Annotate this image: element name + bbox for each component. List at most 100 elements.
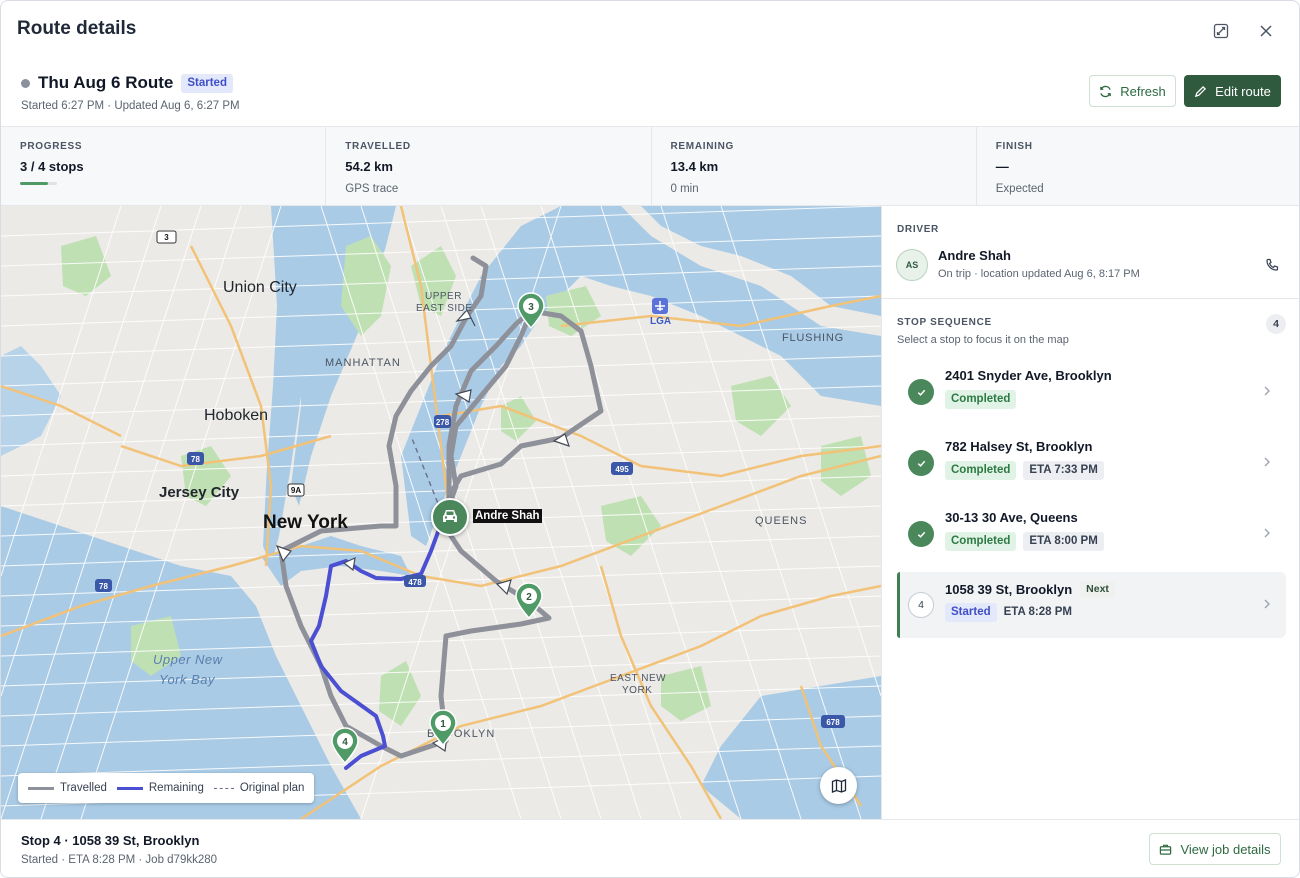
stat-progress-label: PROGRESS xyxy=(20,141,83,152)
chevron-right-icon xyxy=(1264,599,1270,609)
stop-address-row: 1058 39 St, Brooklyn Next xyxy=(945,581,1115,598)
stat-travelled: TRAVELLED 54.2 km GPS trace xyxy=(326,127,652,205)
stop-eta-badge: ETA 7:33 PM xyxy=(1023,461,1104,480)
stat-finish-label: FINISH xyxy=(995,141,1033,152)
stop-item-2[interactable]: 782 Halsey St, Brooklyn Completed ETA 7:… xyxy=(897,430,1286,496)
stat-remaining-label: REMAINING xyxy=(670,141,735,152)
view-job-details-button[interactable]: View job details xyxy=(1149,833,1281,865)
driver-avatar: AS xyxy=(896,249,928,281)
legend-original-swatch xyxy=(213,787,234,789)
stop-item-1[interactable]: 2401 Snyder Ave, Brooklyn Completed xyxy=(897,359,1286,425)
view-job-details-label: View job details xyxy=(1180,841,1271,857)
stop-sequence-label: STOP SEQUENCE xyxy=(897,317,992,328)
stop-badges: Completed ETA 7:33 PM xyxy=(945,461,1111,480)
stop-status-badge: Completed xyxy=(945,390,1017,409)
map-style-button[interactable] xyxy=(820,767,857,804)
label-manhattan: MANHATTAN xyxy=(325,357,401,369)
stop-address: 782 Halsey St, Brooklyn xyxy=(945,439,1093,454)
stop-pin-3[interactable]: 3 xyxy=(517,292,545,330)
stop-item-4[interactable]: 4 1058 39 St, Brooklyn Next Started ETA … xyxy=(897,572,1286,638)
stop-badges: Completed xyxy=(945,390,1023,409)
driver-status: On trip · location updated Aug 6, 8:17 P… xyxy=(938,268,1140,280)
stop-number-mark: 4 xyxy=(908,592,934,618)
stop-pin-1-label: 1 xyxy=(440,719,446,730)
stop-address: 1058 39 St, Brooklyn xyxy=(945,582,1073,597)
legend-remaining: Remaining xyxy=(116,782,204,794)
footer-subtitle: Started · ETA 8:28 PM · Job d79kk280 xyxy=(21,854,218,866)
stat-travelled-sub: GPS trace xyxy=(345,183,399,195)
call-driver-button[interactable] xyxy=(1258,251,1286,279)
stop-pin-3-label: 3 xyxy=(528,302,534,313)
stat-progress-value: 3 / 4 stops xyxy=(20,159,84,174)
chevron-right-icon xyxy=(1264,528,1270,538)
stop-next-badge: Next xyxy=(1080,581,1115,598)
refresh-icon xyxy=(1100,85,1112,97)
stop-badges: Completed ETA 8:00 PM xyxy=(945,532,1111,551)
expand-icon xyxy=(1213,23,1229,39)
driver-map-label: Andre Shah xyxy=(473,509,542,523)
stop-completed-mark xyxy=(908,521,934,547)
stop-completed-mark xyxy=(908,450,934,476)
stat-travelled-label: TRAVELLED xyxy=(345,141,411,152)
footer-title: Stop 4 · 1058 39 St, Brooklyn xyxy=(21,833,200,848)
modal-title: Route details xyxy=(17,18,137,39)
route-status-dot xyxy=(21,78,30,88)
stop-item-3[interactable]: 30-13 30 Ave, Queens Completed ETA 8:00 … xyxy=(897,501,1286,567)
map-icon xyxy=(831,778,846,793)
chevron-right-icon xyxy=(1264,457,1270,467)
stop-pin-4-label: 4 xyxy=(342,737,348,748)
legend-travelled: Travelled xyxy=(28,782,107,794)
stop-sequence-hint: Select a stop to focus it on the map xyxy=(897,334,1069,346)
expand-button[interactable] xyxy=(1207,17,1235,45)
chevron-right-icon xyxy=(1264,386,1270,396)
route-side-panel: DRIVER AS Andre Shah On trip · location … xyxy=(881,206,1299,819)
label-jersey-city: Jersey City xyxy=(159,484,240,501)
shield-495: 495 xyxy=(615,465,629,474)
edit-route-label: Edit route xyxy=(1215,83,1271,99)
legend-original: Original plan xyxy=(213,782,305,794)
route-stats: PROGRESS 3 / 4 stops TRAVELLED 54.2 km G… xyxy=(1,126,1299,206)
label-union-city: Union City xyxy=(223,279,297,296)
stop-eta-text: ETA 8:28 PM xyxy=(1003,606,1073,618)
route-subtitle: Started 6:27 PM · Updated Aug 6, 6:27 PM xyxy=(21,100,240,112)
legend-travelled-swatch xyxy=(28,786,54,790)
label-queens: QUEENS xyxy=(755,515,808,527)
label-new-york: New York xyxy=(263,512,348,533)
selected-stop-footer: Stop 4 · 1058 39 St, Brooklyn Started · … xyxy=(1,819,1299,877)
car-icon xyxy=(443,510,457,522)
route-map[interactable]: 3 78 78 495 278 678 9A 478 Union City Ho… xyxy=(1,206,881,819)
airport-icon xyxy=(652,298,668,314)
shield-678: 678 xyxy=(826,718,840,727)
label-york-bay: York Bay xyxy=(159,672,216,687)
shield-3: 3 xyxy=(164,233,169,242)
close-button[interactable] xyxy=(1252,17,1280,45)
label-hoboken: Hoboken xyxy=(204,407,269,424)
driver-name: Andre Shah xyxy=(938,248,1011,263)
check-icon xyxy=(917,389,925,396)
route-details-modal: Route details Thu Aug 6 Route Started St… xyxy=(0,0,1300,878)
stop-pin-2[interactable]: 2 xyxy=(515,582,543,620)
refresh-label: Refresh xyxy=(1120,83,1166,99)
legend-original-label: Original plan xyxy=(239,782,305,794)
stat-remaining: REMAINING 13.4 km 0 min xyxy=(652,127,977,205)
stop-pin-1[interactable]: 1 xyxy=(429,709,457,747)
label-upper-new: Upper New xyxy=(153,652,223,667)
refresh-button[interactable]: Refresh xyxy=(1089,75,1176,107)
label-lga: LGA xyxy=(650,316,672,327)
legend-remaining-label: Remaining xyxy=(148,782,204,794)
stop-address: 2401 Snyder Ave, Brooklyn xyxy=(945,368,1112,383)
map-legend: Travelled Remaining Original plan xyxy=(18,773,315,803)
stop-status-badge: Started xyxy=(945,603,997,622)
stop-pin-4[interactable]: 4 xyxy=(331,727,359,765)
stop-status-badge: Completed xyxy=(945,532,1017,551)
stat-finish-sub: Expected xyxy=(995,183,1044,195)
shield-78a: 78 xyxy=(191,455,200,464)
stat-remaining-sub: 0 min xyxy=(670,183,699,195)
stop-badges: Started ETA 8:28 PM xyxy=(945,603,1085,622)
driver-marker[interactable] xyxy=(431,498,469,536)
stop-count-badge: 4 xyxy=(1266,314,1286,334)
stop-status-badge: Completed xyxy=(945,461,1017,480)
shield-278: 278 xyxy=(436,418,450,427)
label-flushing: FLUSHING xyxy=(782,332,845,344)
edit-route-button[interactable]: Edit route xyxy=(1184,75,1281,107)
